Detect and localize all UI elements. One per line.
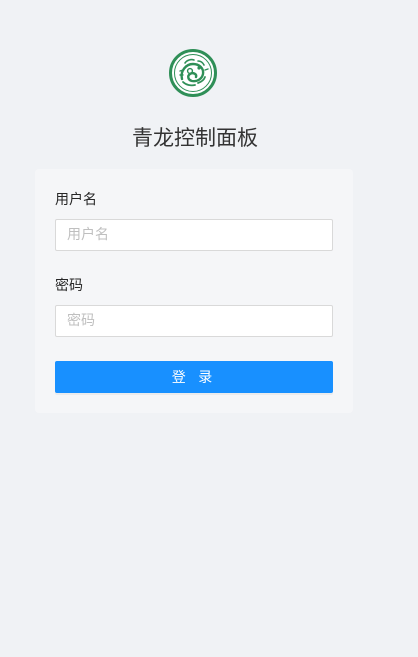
- login-card: 用户名 密码 登 录: [35, 169, 353, 413]
- page-title: 青龙控制面板: [132, 126, 258, 150]
- dragon-logo-icon: [169, 49, 217, 97]
- login-button[interactable]: 登 录: [55, 361, 333, 393]
- password-input[interactable]: [55, 305, 333, 337]
- username-input[interactable]: [55, 219, 333, 251]
- username-label: 用户名: [55, 192, 97, 208]
- password-label: 密码: [55, 278, 83, 294]
